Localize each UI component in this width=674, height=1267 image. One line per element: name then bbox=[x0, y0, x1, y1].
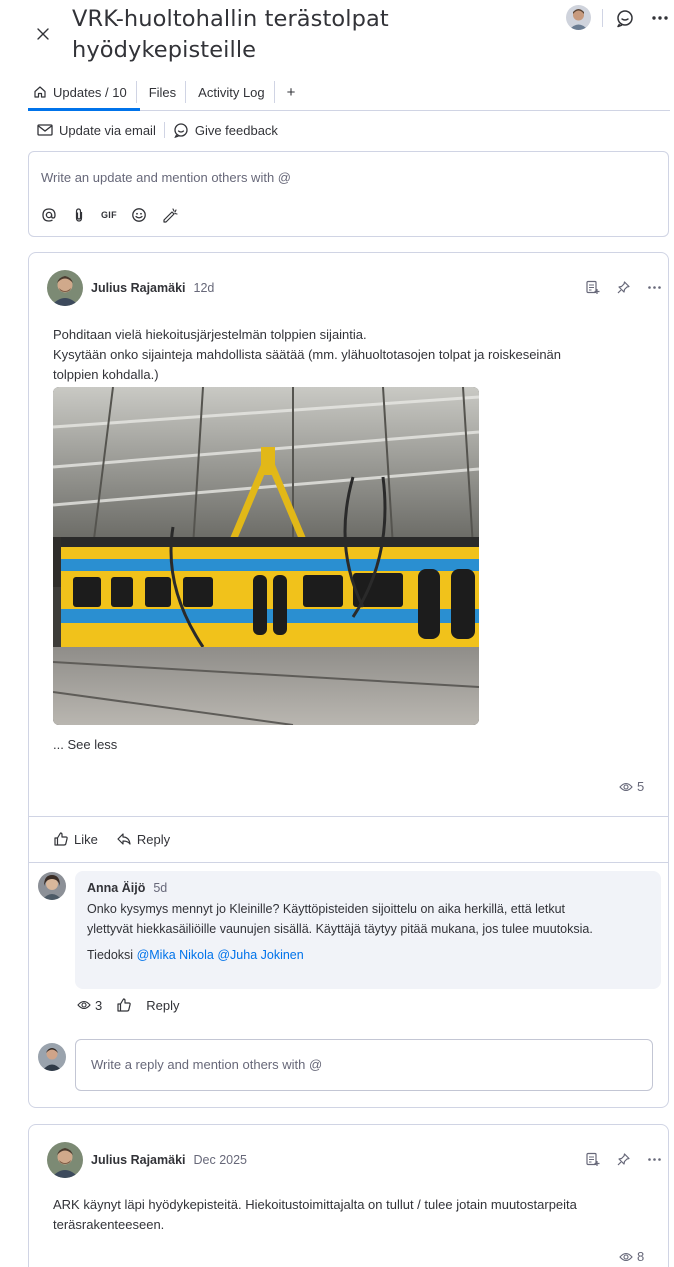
home-icon bbox=[33, 85, 47, 99]
chat-icon[interactable] bbox=[614, 7, 636, 29]
reply-actions: 3 Reply bbox=[77, 997, 179, 1013]
reply-body: Onko kysymys mennyt jo Kleinille? Käyttö… bbox=[87, 899, 647, 965]
emoji-icon[interactable] bbox=[131, 207, 147, 223]
reply-line: Onko kysymys mennyt jo Kleinille? Käyttö… bbox=[87, 902, 566, 916]
author-avatar[interactable] bbox=[47, 1142, 83, 1178]
mail-icon bbox=[37, 123, 53, 137]
tab-label: Files bbox=[148, 84, 177, 100]
active-tab-indicator bbox=[28, 108, 140, 111]
thumbs-up-icon bbox=[53, 831, 69, 847]
post-line: Kysytään onko sijainteja mahdollista sää… bbox=[53, 347, 562, 362]
see-less-link[interactable]: ... See less bbox=[53, 737, 117, 752]
tab-bar: Updates / 10 Files Activity Log + bbox=[33, 80, 304, 104]
author-name[interactable]: Julius Rajamäki bbox=[91, 281, 186, 295]
reply-button[interactable]: Reply bbox=[146, 998, 179, 1013]
reply-author-avatar[interactable] bbox=[38, 872, 66, 900]
update-post: Julius Rajamäki 12d Pohditaan vielä hiek… bbox=[28, 252, 669, 1108]
current-user-avatar bbox=[38, 1043, 66, 1071]
more-options-icon[interactable] bbox=[650, 7, 670, 29]
author-name[interactable]: Julius Rajamäki bbox=[91, 1153, 186, 1167]
divider bbox=[29, 816, 668, 817]
reply-icon bbox=[116, 831, 132, 847]
like-button[interactable]: Like bbox=[53, 831, 98, 847]
thumbs-up-icon[interactable] bbox=[116, 997, 132, 1013]
avatar[interactable] bbox=[566, 5, 591, 30]
post-meta: Julius Rajamäki 12d bbox=[91, 281, 214, 295]
composer-placeholder: Write an update and mention others with … bbox=[41, 170, 291, 185]
tab-updates[interactable]: Updates / 10 bbox=[33, 81, 136, 103]
reply-button[interactable]: Reply bbox=[116, 831, 170, 847]
tab-files[interactable]: Files bbox=[135, 81, 185, 103]
more-options-icon[interactable] bbox=[647, 1152, 662, 1167]
update-post: Julius Rajamäki Dec 2025 ARK käynyt läpi… bbox=[28, 1124, 669, 1267]
more-options-icon[interactable] bbox=[647, 280, 662, 295]
page-title: VRK-huoltohallin terästolpat hyödykepist… bbox=[72, 6, 389, 63]
post-meta: Julius Rajamäki Dec 2025 bbox=[91, 1153, 247, 1167]
reply-bubble: Anna Äijö 5d Onko kysymys mennyt jo Klei… bbox=[75, 871, 661, 989]
reply-label: Reply bbox=[136, 831, 171, 847]
gif-icon[interactable]: GIF bbox=[101, 210, 117, 220]
update-composer[interactable]: Write an update and mention others with … bbox=[28, 151, 669, 237]
reply-author-name[interactable]: Anna Äijö bbox=[87, 881, 145, 895]
view-count[interactable]: 5 bbox=[619, 779, 644, 794]
reply-cc-line: Tiedoksi @Mika Nikola @Juha Jokinen bbox=[87, 945, 647, 965]
feedback-label: Give feedback bbox=[194, 122, 278, 138]
post-time: Dec 2025 bbox=[193, 1153, 248, 1167]
add-to-checklist-icon[interactable] bbox=[585, 1152, 600, 1167]
feedback-icon bbox=[173, 122, 189, 138]
close-icon[interactable] bbox=[34, 25, 52, 43]
view-count[interactable]: 8 bbox=[619, 1249, 644, 1264]
like-label: Like bbox=[74, 831, 98, 847]
sub-actions: Update via email Give feedback bbox=[37, 122, 278, 138]
add-tab-button[interactable]: + bbox=[273, 81, 305, 103]
eye-icon bbox=[619, 1251, 633, 1263]
update-via-email-button[interactable]: Update via email bbox=[37, 123, 156, 138]
post-line: tolppien kohdalla.) bbox=[53, 367, 159, 382]
view-count-value: 3 bbox=[95, 997, 103, 1013]
reply-time: 5d bbox=[153, 881, 168, 895]
eye-icon bbox=[619, 781, 633, 793]
post-image[interactable] bbox=[53, 387, 479, 725]
at-icon[interactable] bbox=[41, 207, 57, 223]
post-actions: Like Reply bbox=[53, 831, 170, 847]
post-line: teräsrakenteeseen. bbox=[53, 1217, 165, 1232]
reply-line: ylettyvät hiekkasäiliöille vaunujen sisä… bbox=[87, 922, 593, 936]
format-icon[interactable] bbox=[161, 207, 179, 223]
post-body: ARK käynyt läpi hyödykepisteitä. Hiekoit… bbox=[53, 1195, 663, 1235]
view-count-value: 5 bbox=[637, 779, 645, 794]
author-avatar[interactable] bbox=[47, 270, 83, 306]
tab-label: + bbox=[286, 83, 296, 101]
reply-meta: Anna Äijö 5d bbox=[87, 881, 167, 895]
post-toolbar bbox=[585, 1152, 662, 1167]
divider bbox=[163, 122, 165, 138]
post-body: Pohditaan vielä hiekoitusjärjestelmän to… bbox=[53, 325, 653, 385]
cc-prefix: Tiedoksi bbox=[87, 948, 134, 962]
eye-icon bbox=[77, 999, 91, 1011]
reply-view-count[interactable]: 3 bbox=[77, 998, 102, 1013]
reply-placeholder: Write a reply and mention others with @ bbox=[91, 1057, 323, 1072]
tab-label: Updates / 10 bbox=[53, 84, 127, 100]
mention-link[interactable]: @Mika Nikola bbox=[137, 948, 214, 962]
reply-input[interactable]: Write a reply and mention others with @ bbox=[75, 1039, 653, 1091]
pin-icon[interactable] bbox=[616, 1152, 631, 1167]
pin-icon[interactable] bbox=[616, 280, 631, 295]
view-count-value: 8 bbox=[637, 1249, 645, 1264]
tab-activity-log[interactable]: Activity Log bbox=[185, 81, 273, 103]
add-to-checklist-icon[interactable] bbox=[585, 280, 600, 295]
post-time: 12d bbox=[193, 281, 215, 295]
post-line: Pohditaan vielä hiekoitusjärjestelmän to… bbox=[53, 327, 367, 342]
tab-label: Activity Log bbox=[198, 84, 265, 100]
header-divider bbox=[602, 9, 603, 27]
divider bbox=[29, 862, 668, 863]
post-line: ARK käynyt läpi hyödykepisteitä. Hiekoit… bbox=[53, 1197, 577, 1212]
attach-icon[interactable] bbox=[71, 207, 87, 223]
email-label: Update via email bbox=[59, 122, 156, 138]
give-feedback-button[interactable]: Give feedback bbox=[173, 122, 278, 138]
composer-toolbar: GIF bbox=[41, 207, 179, 223]
post-toolbar bbox=[585, 280, 662, 295]
mention-link[interactable]: @Juha Jokinen bbox=[217, 948, 303, 962]
